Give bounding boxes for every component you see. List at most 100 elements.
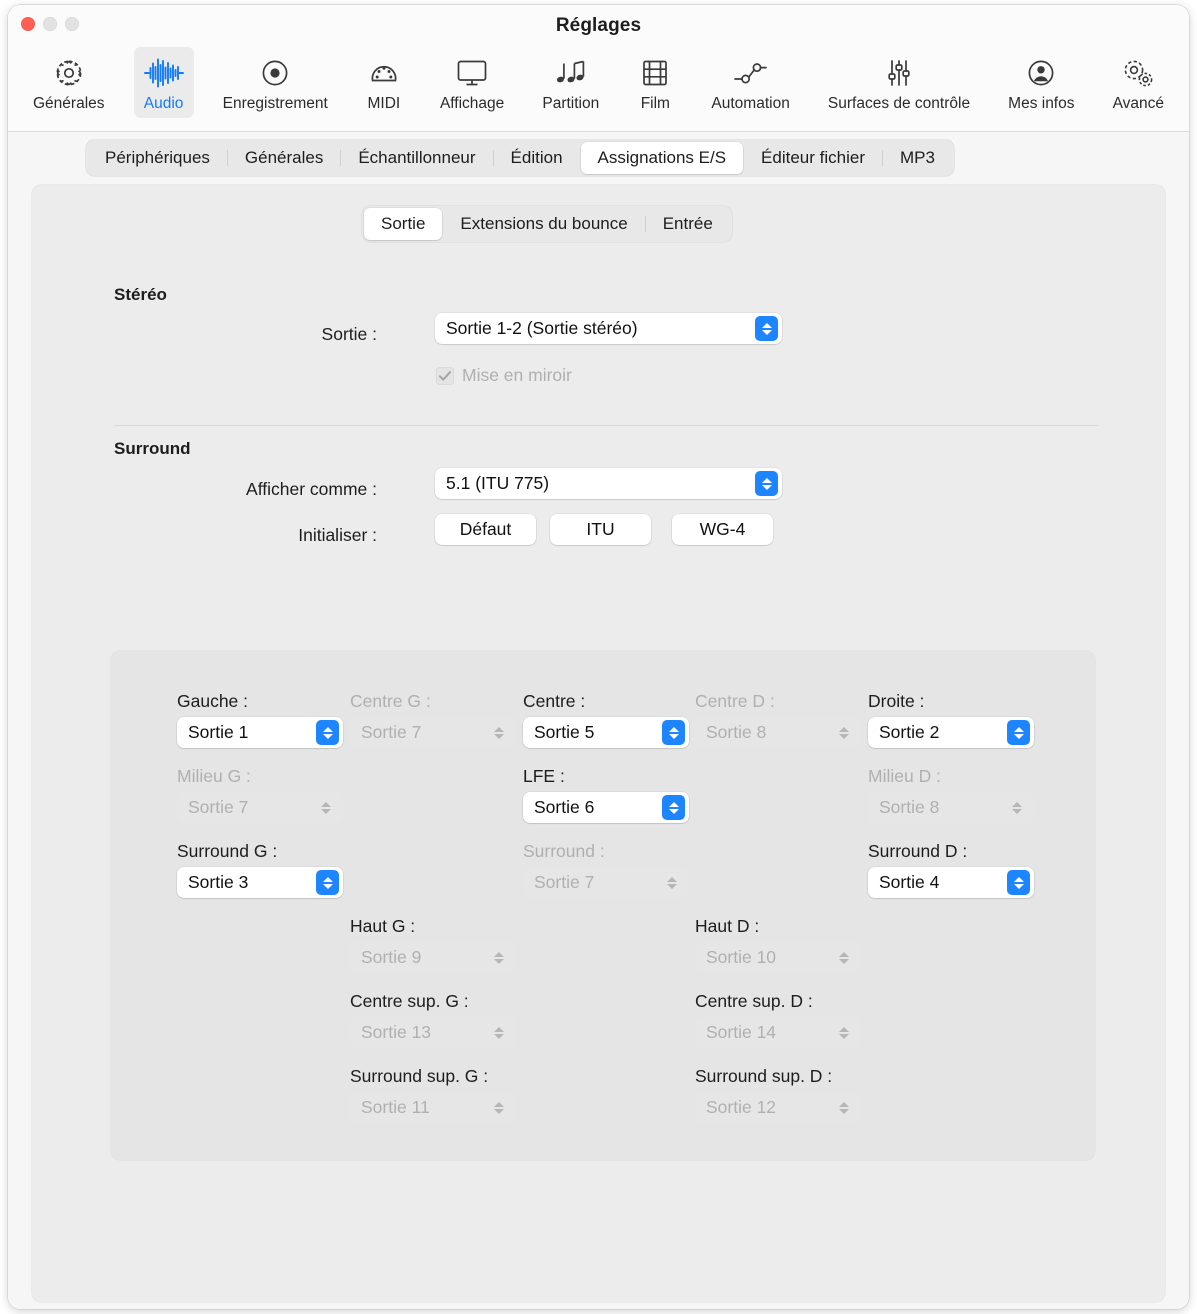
initialize-default-button[interactable]: Défaut xyxy=(435,514,536,545)
toolbar-item-label: Audio xyxy=(144,95,184,113)
toolbar-item-film[interactable]: Film xyxy=(628,47,682,118)
mirror-checkbox[interactable] xyxy=(436,367,454,385)
tab-label: MP3 xyxy=(900,148,935,168)
tab-generales[interactable]: Générales xyxy=(228,142,340,174)
channel-dropdown-centre-d: Sortie 8 xyxy=(695,717,861,748)
channel-label-haut-g: Haut G : xyxy=(350,916,415,937)
channel-value-milieu-d: Sortie 8 xyxy=(879,797,939,818)
channel-value-haut-d: Sortie 10 xyxy=(706,947,776,968)
channel-label-droite: Droite : xyxy=(868,691,924,712)
preferences-toolbar: Générales Audio xyxy=(8,47,1189,118)
tab-label: Éditeur fichier xyxy=(761,148,865,168)
channel-dropdown-centre-g: Sortie 7 xyxy=(350,717,516,748)
tab-label: Assignations E/S xyxy=(598,148,727,168)
initialize-wg4-button[interactable]: WG-4 xyxy=(672,514,773,545)
tab-assignations-es[interactable]: Assignations E/S xyxy=(581,142,744,174)
toolbar-item-mes-infos[interactable]: Mes infos xyxy=(999,47,1083,118)
window-title: Réglages xyxy=(8,15,1189,37)
display-as-label: Afficher comme : xyxy=(152,479,377,500)
channel-dropdown-gauche[interactable]: Sortie 1 xyxy=(177,717,343,748)
channel-dropdown-haut-g: Sortie 9 xyxy=(350,942,516,973)
record-circle-icon xyxy=(259,54,291,92)
chevron-updown-icon xyxy=(314,795,337,820)
channel-label-milieu-g: Milieu G : xyxy=(177,766,251,787)
channel-dropdown-centre-sup-d: Sortie 14 xyxy=(695,1017,861,1048)
channel-value-milieu-g: Sortie 7 xyxy=(188,797,248,818)
chevron-updown-icon xyxy=(662,795,685,820)
toolbar-item-affichage[interactable]: Affichage xyxy=(431,47,513,118)
channel-label-milieu-d: Milieu D : xyxy=(868,766,941,787)
subtab-label: Entrée xyxy=(663,214,713,234)
channel-value-surround-sup-d: Sortie 12 xyxy=(706,1097,776,1118)
mirror-checkbox-row[interactable]: Mise en miroir xyxy=(436,365,572,386)
tab-label: Échantillonneur xyxy=(358,148,475,168)
filmstrip-icon xyxy=(640,54,670,92)
toolbar-item-partition[interactable]: Partition xyxy=(533,47,608,118)
toolbar-item-label: Partition xyxy=(542,95,599,113)
mirror-checkbox-label: Mise en miroir xyxy=(462,365,572,386)
chevron-updown-icon xyxy=(487,1095,510,1120)
toolbar-item-enregistrement[interactable]: Enregistrement xyxy=(214,47,337,118)
initialize-itu-button[interactable]: ITU xyxy=(550,514,651,545)
channel-dropdown-lfe[interactable]: Sortie 6 xyxy=(523,792,689,823)
surround-channel-panel: Gauche : Sortie 1 Centre G : Sortie 7 Ce… xyxy=(111,651,1095,1160)
section-divider xyxy=(114,425,1098,426)
channel-value-centre-d: Sortie 8 xyxy=(706,722,766,743)
tab-echantillonneur[interactable]: Échantillonneur xyxy=(341,142,492,174)
subtab-label: Sortie xyxy=(381,214,425,234)
toolbar-item-label: Surfaces de contrôle xyxy=(828,95,970,113)
audio-settings-tabs: Périphériques Générales Échantillonneur … xyxy=(86,140,954,176)
toolbar-item-label: Affichage xyxy=(440,95,504,113)
toolbar-item-midi[interactable]: MIDI xyxy=(357,47,411,118)
tab-edition[interactable]: Édition xyxy=(494,142,580,174)
channel-label-centre: Centre : xyxy=(523,691,585,712)
chevron-updown-icon xyxy=(487,720,510,745)
channel-value-centre: Sortie 5 xyxy=(534,722,594,743)
subtab-sortie[interactable]: Sortie xyxy=(364,208,442,240)
tab-mp3[interactable]: MP3 xyxy=(883,142,952,174)
stereo-output-dropdown[interactable]: Sortie 1-2 (Sortie stéréo) xyxy=(435,313,782,344)
toolbar-item-label: Avancé xyxy=(1113,95,1164,113)
toolbar-item-avance[interactable]: Avancé xyxy=(1104,47,1173,118)
settings-body: Périphériques Générales Échantillonneur … xyxy=(8,132,1189,1309)
channel-value-surround-sup-g: Sortie 11 xyxy=(361,1097,430,1118)
channel-value-centre-sup-g: Sortie 13 xyxy=(361,1022,431,1043)
channel-dropdown-centre[interactable]: Sortie 5 xyxy=(523,717,689,748)
channel-dropdown-droite[interactable]: Sortie 2 xyxy=(868,717,1034,748)
tab-label: Générales xyxy=(245,148,323,168)
tab-peripheriques[interactable]: Périphériques xyxy=(88,142,227,174)
chevron-updown-icon xyxy=(832,1095,855,1120)
tab-editeur-fichier[interactable]: Éditeur fichier xyxy=(744,142,882,174)
channel-value-surround-d: Sortie 4 xyxy=(879,872,939,893)
channel-dropdown-surround-g[interactable]: Sortie 3 xyxy=(177,867,343,898)
subtab-extensions-du-bounce[interactable]: Extensions du bounce xyxy=(443,208,644,240)
toolbar-item-generales[interactable]: Générales xyxy=(24,47,114,118)
subtab-entree[interactable]: Entrée xyxy=(646,208,730,240)
channel-value-lfe: Sortie 6 xyxy=(534,797,594,818)
toolbar-item-audio[interactable]: Audio xyxy=(134,47,194,118)
toolbar-item-surfaces-de-controle[interactable]: Surfaces de contrôle xyxy=(819,47,979,118)
chevron-updown-icon xyxy=(660,870,683,895)
double-gear-icon xyxy=(1120,54,1156,92)
chevron-updown-icon xyxy=(316,720,339,745)
chevron-updown-icon xyxy=(832,720,855,745)
channel-value-haut-g: Sortie 9 xyxy=(361,947,421,968)
channel-label-centre-g: Centre G : xyxy=(350,691,431,712)
channel-dropdown-milieu-d: Sortie 8 xyxy=(868,792,1034,823)
display-as-dropdown[interactable]: 5.1 (ITU 775) xyxy=(435,468,782,499)
tab-label: Périphériques xyxy=(105,148,210,168)
channel-value-droite: Sortie 2 xyxy=(879,722,939,743)
gear-icon xyxy=(53,54,85,92)
channel-dropdown-surround-d[interactable]: Sortie 4 xyxy=(868,867,1034,898)
channel-label-haut-d: Haut D : xyxy=(695,916,759,937)
channel-dropdown-milieu-g: Sortie 7 xyxy=(177,792,343,823)
channel-label-surround-g: Surround G : xyxy=(177,841,277,862)
toolbar-item-automation[interactable]: Automation xyxy=(702,47,798,118)
channel-value-surround-g: Sortie 3 xyxy=(188,872,248,893)
tab-label: Édition xyxy=(511,148,563,168)
channel-label-surround: Surround : xyxy=(523,841,605,862)
channel-dropdown-centre-sup-g: Sortie 13 xyxy=(350,1017,516,1048)
toolbar-item-label: Enregistrement xyxy=(223,95,328,113)
channel-dropdown-surround: Sortie 7 xyxy=(523,867,689,898)
channel-label-surround-d: Surround D : xyxy=(868,841,967,862)
